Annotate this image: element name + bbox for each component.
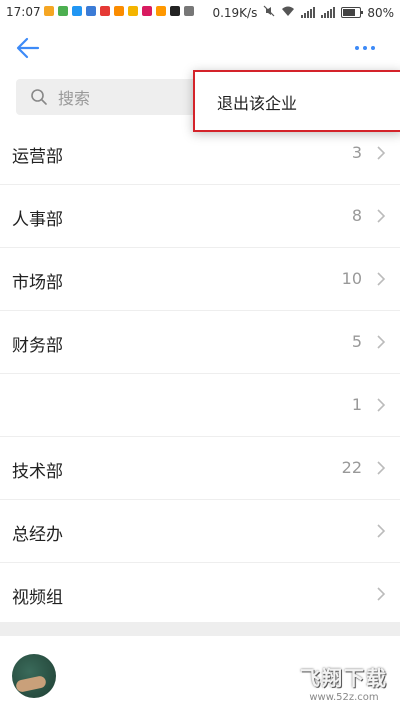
- avatar: [12, 654, 56, 698]
- department-row[interactable]: 1: [0, 374, 400, 437]
- department-name: 技术部: [12, 462, 63, 482]
- member-count: 10: [341, 269, 362, 288]
- department-name: 市场部: [12, 273, 63, 293]
- notification-app-icon: [100, 6, 110, 16]
- back-button[interactable]: [14, 34, 42, 62]
- notification-app-icon: [86, 6, 96, 16]
- status-bar: 17:07 0.19K/s 80%: [0, 0, 400, 24]
- member-count: 22: [341, 458, 362, 477]
- notification-app-icon: [58, 6, 68, 16]
- watermark-url: www.52z.com: [309, 692, 379, 703]
- chevron-right-icon: [377, 398, 386, 412]
- notification-app-icon: [72, 6, 82, 16]
- chevron-right-icon: [377, 461, 386, 475]
- status-time: 17:07: [6, 5, 41, 19]
- department-row[interactable]: 市场部 10: [0, 248, 400, 311]
- search-icon: [31, 89, 47, 105]
- chevron-right-icon: [377, 146, 386, 160]
- status-right: 0.19K/s 80%: [212, 5, 394, 20]
- notification-app-icon: [142, 6, 152, 16]
- department-row[interactable]: 技术部 22: [0, 437, 400, 500]
- notification-icons: [44, 6, 194, 16]
- chevron-right-icon: [377, 209, 386, 223]
- department-row[interactable]: 总经办: [0, 500, 400, 563]
- more-button[interactable]: [350, 38, 380, 58]
- department-name: 财务部: [12, 336, 63, 356]
- member-count: 3: [351, 143, 362, 162]
- battery-icon: [341, 7, 364, 18]
- department-name: 总经办: [12, 525, 63, 545]
- chevron-right-icon: [377, 272, 386, 286]
- more-horizontal-icon: [355, 46, 375, 50]
- search-box[interactable]: [16, 79, 206, 115]
- notification-app-icon: [44, 6, 54, 16]
- menu-item-exit-enterprise[interactable]: 退出该企业: [217, 90, 297, 114]
- department-list: 运营部 3 人事部 8 市场部 10 财务部 5 1 技术部 22 总经办 视频…: [0, 122, 400, 625]
- notification-app-icon: [114, 6, 124, 16]
- mute-icon: [263, 5, 275, 20]
- popup-menu: 退出该企业: [193, 70, 400, 132]
- arrow-left-icon: [16, 37, 40, 59]
- signal-icon: [301, 7, 316, 18]
- member-count: 5: [351, 332, 362, 351]
- watermark-logo: 飞翔下载: [300, 666, 388, 690]
- watermark: 飞翔下载 www.52z.com: [300, 662, 388, 703]
- chevron-right-icon: [377, 524, 386, 538]
- search-input[interactable]: [56, 85, 200, 111]
- signal-icon-2: [321, 7, 336, 18]
- member-count: 1: [351, 395, 362, 414]
- department-row[interactable]: 视频组: [0, 563, 400, 625]
- department-name: 运营部: [12, 147, 63, 167]
- battery-level: 80%: [367, 5, 394, 20]
- department-name: 人事部: [12, 210, 63, 230]
- chevron-right-icon: [377, 335, 386, 349]
- network-speed: 0.19K/s: [212, 5, 258, 20]
- chevron-right-icon: [377, 587, 386, 601]
- department-name: 视频组: [12, 588, 63, 608]
- header: [0, 24, 400, 72]
- notification-app-icon: [184, 6, 194, 16]
- notification-app-icon: [156, 6, 166, 16]
- department-row[interactable]: 财务部 5: [0, 311, 400, 374]
- section-divider: [0, 622, 400, 636]
- member-count: 8: [351, 206, 362, 225]
- notification-app-icon: [128, 6, 138, 16]
- department-row[interactable]: 人事部 8: [0, 185, 400, 248]
- wifi-icon: [281, 6, 295, 20]
- notification-app-icon: [170, 6, 180, 16]
